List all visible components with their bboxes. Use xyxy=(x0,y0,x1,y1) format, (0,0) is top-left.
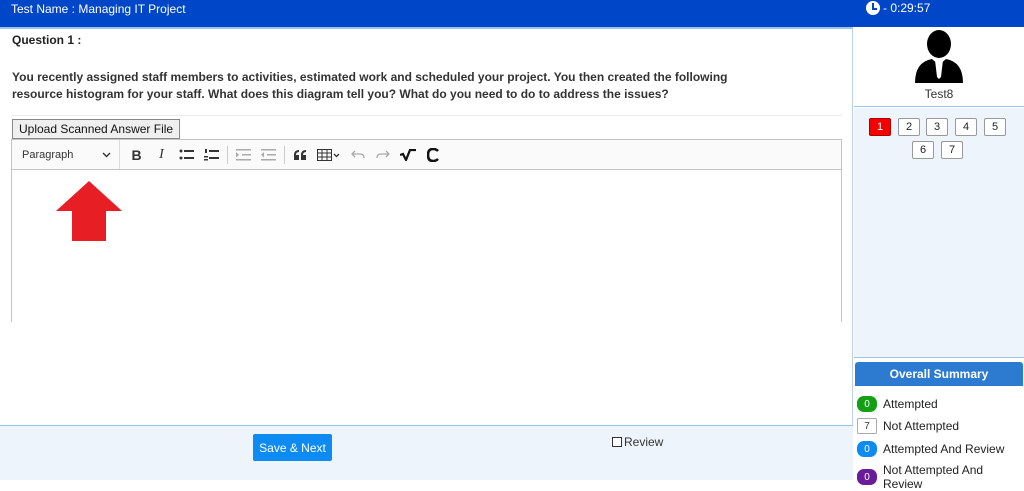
math-formula-button[interactable] xyxy=(395,143,420,167)
toolbar-separator xyxy=(284,145,285,164)
question-panel: Question 1 : You recently assigned staff… xyxy=(0,27,853,425)
top-bar: Test Name : Managing IT Project - 0:29:5… xyxy=(0,0,1024,27)
footer-bar: Save & Next Review xyxy=(0,425,853,480)
paragraph-dropdown[interactable]: Paragraph xyxy=(12,140,120,169)
chemistry-button[interactable] xyxy=(420,143,445,167)
bold-icon: B xyxy=(131,146,142,163)
undo-icon xyxy=(350,150,365,158)
review-checkbox[interactable]: Review xyxy=(612,435,663,449)
question-button-5[interactable]: 5 xyxy=(984,118,1006,136)
legend-label: Attempted xyxy=(883,397,938,411)
not-attempted-count-badge: 7 xyxy=(857,418,877,434)
legend-label: Attempted And Review xyxy=(883,442,1005,456)
overall-summary-header: Overall Summary xyxy=(855,362,1023,386)
timer-value: - 0:29:57 xyxy=(883,1,931,15)
question-button-3[interactable]: 3 xyxy=(926,118,948,136)
legend-attempted: 0 Attempted xyxy=(857,396,938,412)
outdent-button[interactable] xyxy=(256,143,281,167)
user-name: Test8 xyxy=(924,87,954,101)
legend-attempted-review: 0 Attempted And Review xyxy=(857,441,1004,457)
numbered-list-icon xyxy=(204,148,219,160)
user-profile: Test8 xyxy=(854,27,1024,107)
red-arrow-icon xyxy=(56,181,122,241)
insert-table-button[interactable] xyxy=(313,143,345,167)
answer-editor: Paragraph B I xyxy=(11,139,842,322)
italic-button[interactable]: I xyxy=(149,143,174,167)
numbered-list-button[interactable] xyxy=(199,143,224,167)
question-button-4[interactable]: 4 xyxy=(955,118,977,136)
indent-icon xyxy=(236,148,251,160)
outdent-icon xyxy=(261,148,276,160)
paragraph-label: Paragraph xyxy=(22,148,74,161)
bulleted-list-icon xyxy=(179,149,194,159)
question-text: You recently assigned staff members to a… xyxy=(12,70,728,101)
bulleted-list-button[interactable] xyxy=(174,143,199,167)
save-next-button[interactable]: Save & Next xyxy=(253,434,332,461)
chevron-down-icon xyxy=(102,149,111,161)
review-label: Review xyxy=(624,435,664,449)
bold-button[interactable]: B xyxy=(124,143,149,167)
user-avatar-icon xyxy=(915,30,963,83)
square-root-icon xyxy=(399,148,416,161)
right-sidebar: Test8 1 2 3 4 5 6 7 Overall Summary 0 At… xyxy=(854,27,1024,491)
blockquote-button[interactable] xyxy=(288,143,313,167)
question-button-7[interactable]: 7 xyxy=(941,141,963,159)
question-number: Question 1 : xyxy=(12,33,82,47)
redo-icon xyxy=(375,150,390,158)
question-button-1[interactable]: 1 xyxy=(869,118,891,136)
divider xyxy=(12,115,842,116)
quote-icon xyxy=(294,149,306,160)
legend-not-attempted: 7 Not Attempted xyxy=(857,418,959,434)
test-title: Test Name : Managing IT Project xyxy=(11,2,186,16)
attempted-count-badge: 0 xyxy=(857,396,877,412)
legend-label: Not Attempted xyxy=(883,419,960,433)
indent-button[interactable] xyxy=(231,143,256,167)
clock-icon xyxy=(866,1,880,15)
checkbox-icon xyxy=(612,437,622,447)
legend-label: Not Attempted And Review xyxy=(883,463,984,491)
attempted-review-count-badge: 0 xyxy=(857,441,877,457)
question-button-2[interactable]: 2 xyxy=(898,118,920,136)
chemistry-icon xyxy=(426,147,439,162)
question-button-6[interactable]: 6 xyxy=(912,141,934,159)
redo-button[interactable] xyxy=(370,143,395,167)
editor-content[interactable] xyxy=(12,170,841,322)
legend-not-attempted-review: 0 Not Attempted And Review xyxy=(857,463,1024,491)
italic-icon: I xyxy=(159,146,164,162)
not-attempted-review-count-badge: 0 xyxy=(857,469,877,485)
toolbar-separator xyxy=(227,145,228,164)
undo-button[interactable] xyxy=(345,143,370,167)
question-palette: 1 2 3 4 5 6 7 xyxy=(854,108,1024,358)
table-icon xyxy=(317,148,340,161)
timer: - 0:29:57 xyxy=(866,1,930,15)
upload-answer-button[interactable]: Upload Scanned Answer File xyxy=(12,119,181,139)
editor-toolbar: Paragraph B I xyxy=(12,140,841,170)
